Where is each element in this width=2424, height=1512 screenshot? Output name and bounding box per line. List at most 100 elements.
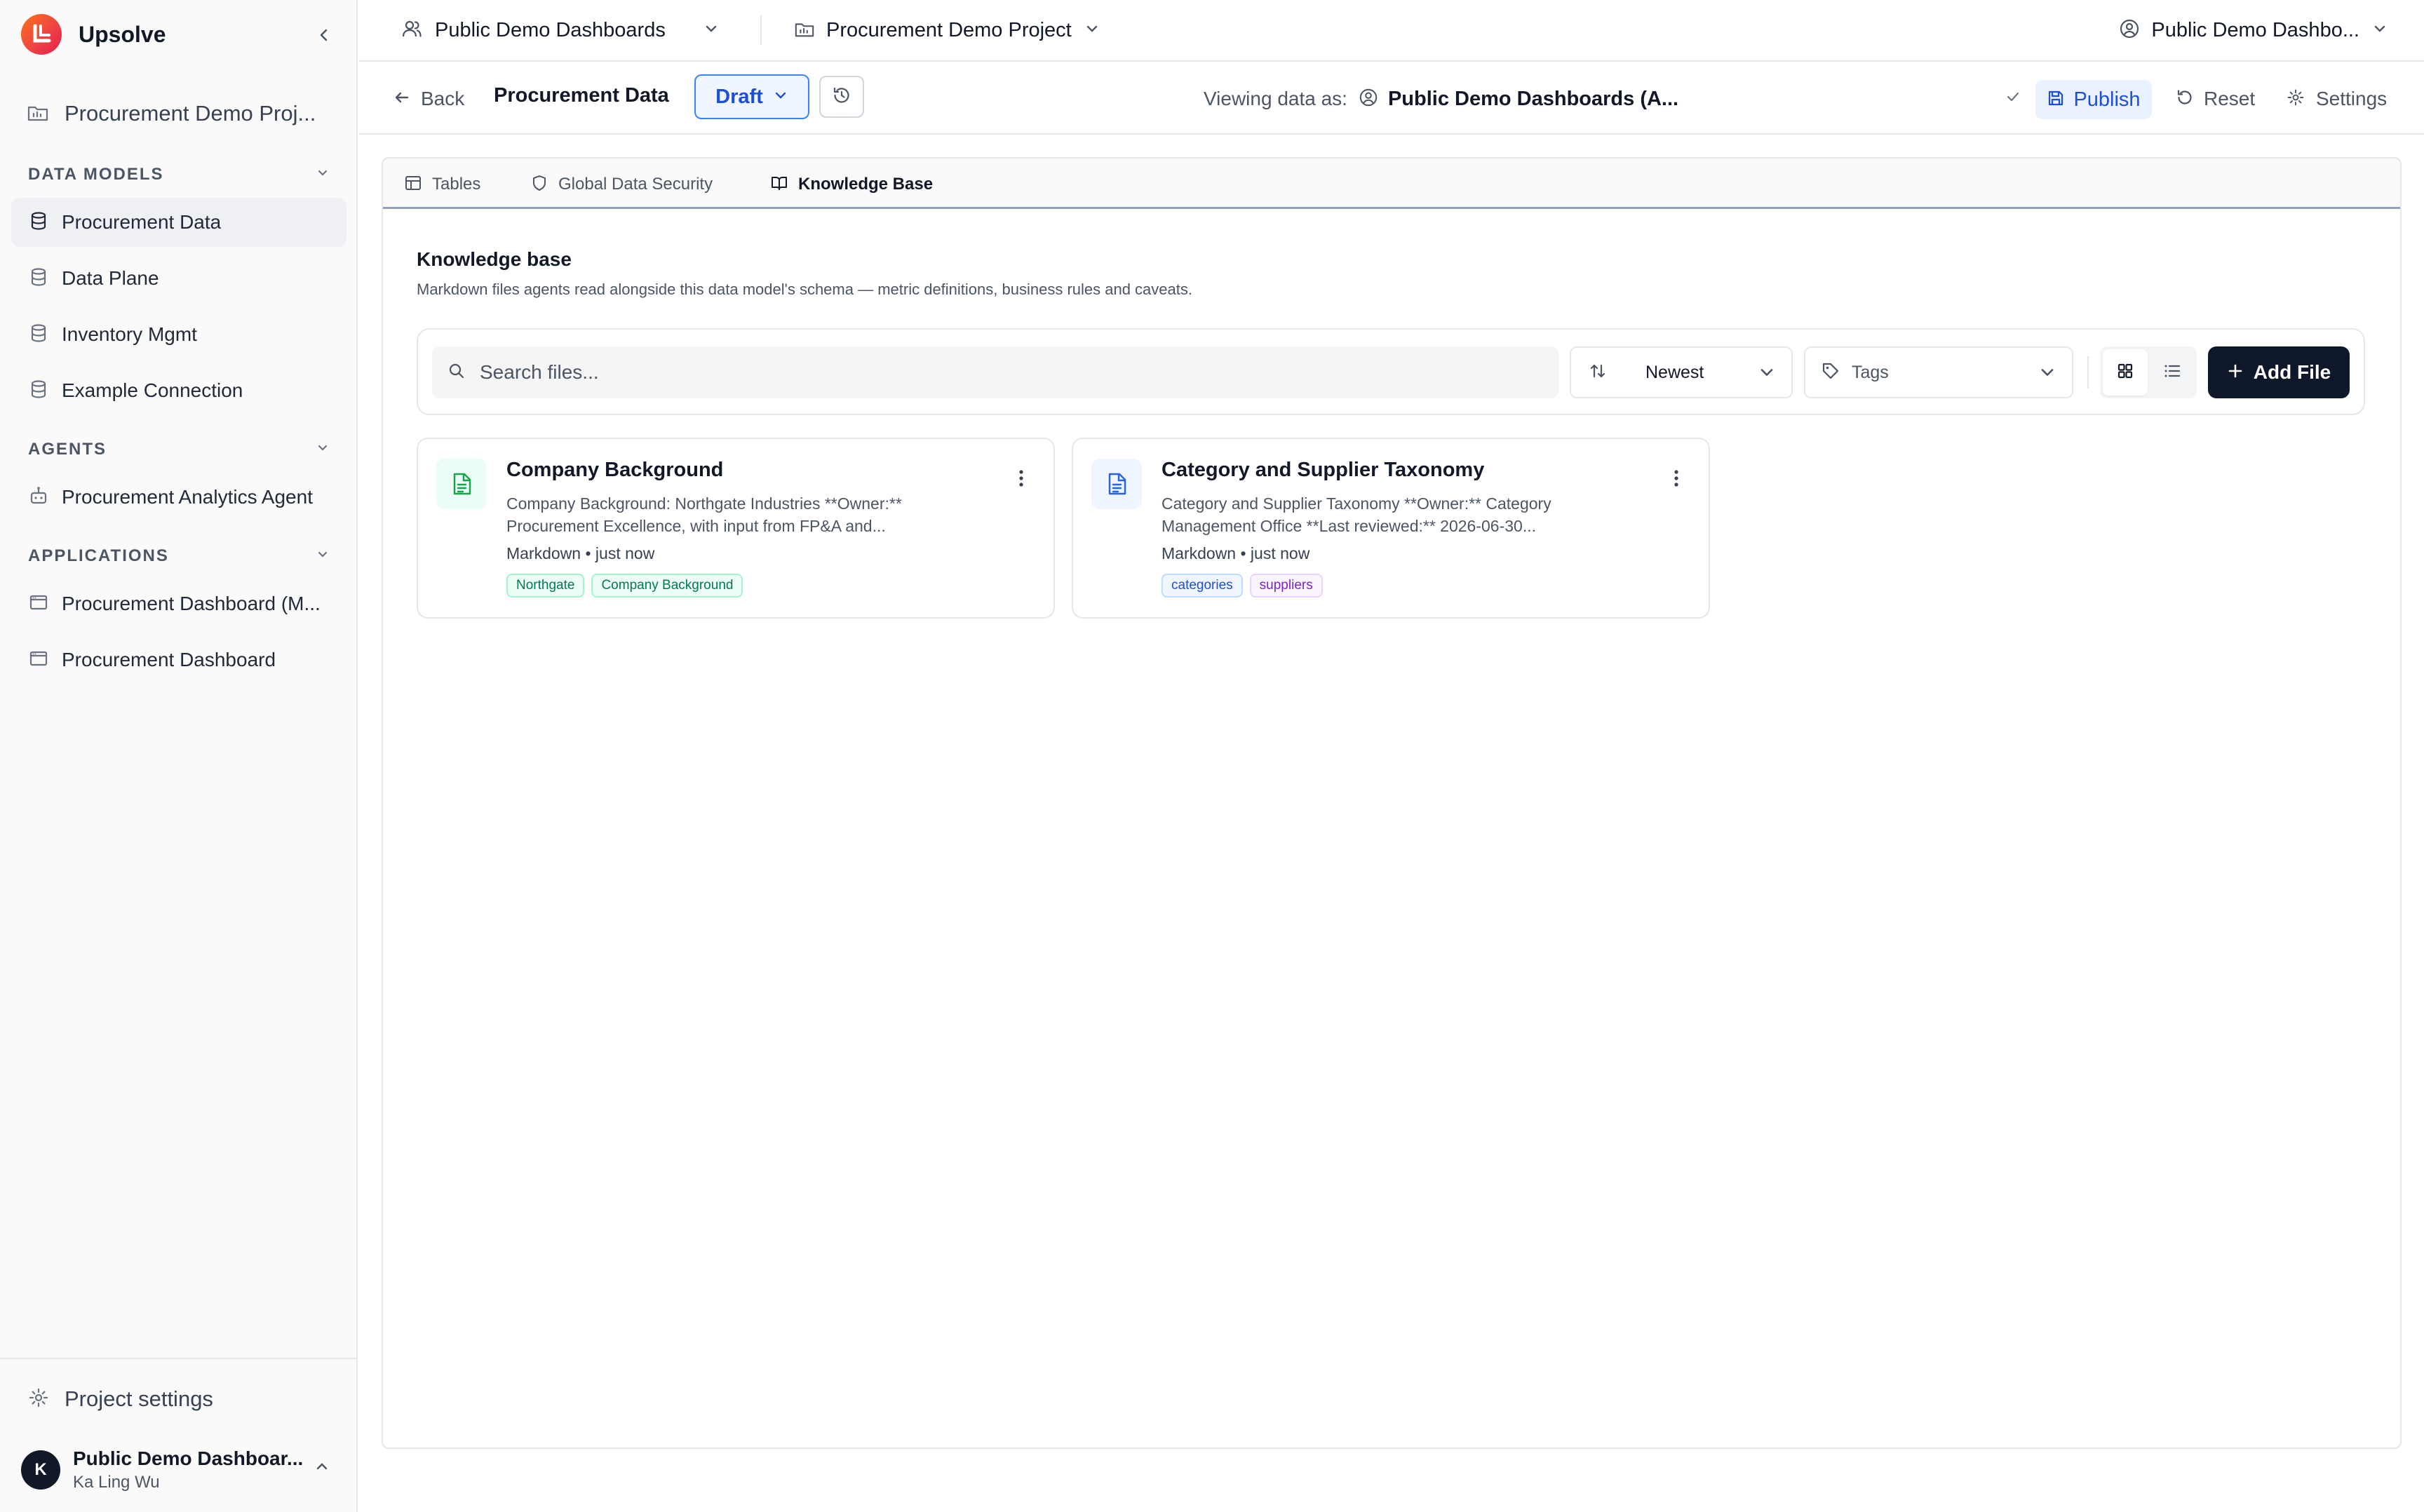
section-applications-label: APPLICATIONS — [28, 546, 169, 565]
back-button[interactable]: Back — [393, 83, 464, 115]
database-icon — [28, 379, 49, 403]
view-mode-toggle — [2100, 346, 2197, 398]
draft-version-select[interactable]: Draft — [694, 74, 809, 119]
search-box[interactable] — [432, 346, 1558, 398]
reset-label: Reset — [2204, 88, 2256, 109]
database-icon — [28, 323, 49, 347]
list-view-button[interactable] — [2150, 349, 2194, 396]
user-name: Public Demo Dashboar... — [73, 1447, 304, 1469]
user-menu[interactable]: K Public Demo Dashboar... Ka Ling Wu — [21, 1442, 337, 1498]
tab-label: Global Data Security — [558, 175, 713, 194]
filter-divider — [2087, 356, 2089, 389]
grid-view-button[interactable] — [2103, 349, 2148, 396]
more-vertical-icon[interactable] — [1009, 464, 1034, 492]
add-file-button[interactable]: Add File — [2208, 346, 2350, 398]
topbar: Public Demo Dashboards Procurement Demo … — [359, 0, 2424, 62]
sidebar-item-procurement-dashboard-m[interactable]: Procurement Dashboard (M... — [11, 579, 346, 628]
file-meta: Markdown • just now — [1162, 544, 1310, 562]
project-settings-link[interactable]: Project settings — [28, 1383, 213, 1415]
file-tag[interactable]: suppliers — [1249, 574, 1323, 598]
account-name: Public Demo Dashbo... — [2151, 18, 2359, 41]
sidebar-project-label: Procurement Demo Proj... — [65, 101, 316, 126]
sidebar-item-procurement-dashboard[interactable]: Procurement Dashboard — [11, 635, 346, 684]
publish-button[interactable]: Publish — [2035, 80, 2152, 119]
section-applications[interactable]: APPLICATIONS — [28, 544, 330, 568]
project-switcher[interactable]: Procurement Demo Project — [794, 14, 1100, 46]
tab-tables[interactable]: Tables — [404, 168, 480, 201]
sidebar-item-procurement-data[interactable]: Procurement Data — [11, 198, 346, 247]
file-tags: categories suppliers — [1162, 574, 1323, 598]
project-folder-icon — [27, 101, 49, 127]
sidebar-footer: Project settings K Public Demo Dashboar.… — [0, 1358, 358, 1512]
project-name: Procurement Demo Project — [826, 18, 1072, 41]
section-data-models[interactable]: DATA MODELS — [28, 163, 330, 187]
tab-label: Tables — [432, 175, 481, 194]
bot-icon — [28, 485, 49, 510]
back-label: Back — [421, 88, 465, 109]
sidebar-project[interactable]: Procurement Demo Proj... — [27, 98, 335, 129]
sidebar-item-procurement-analytics-agent[interactable]: Procurement Analytics Agent — [11, 473, 346, 522]
shield-icon — [530, 174, 548, 196]
file-tag[interactable]: Northgate — [506, 574, 585, 598]
collapse-sidebar-icon[interactable] — [311, 22, 337, 48]
topbar-divider — [760, 15, 762, 45]
sidebar-item-label: Procurement Data — [62, 211, 222, 233]
app-root: Upsolve Procurement Demo Proj... DATA MO… — [0, 0, 2424, 1512]
table-icon — [404, 174, 422, 196]
tag-icon — [1821, 361, 1840, 384]
chevron-down-icon — [1084, 21, 1100, 40]
list-icon — [2162, 361, 2182, 384]
tab-global-data-security[interactable]: Global Data Security — [530, 168, 713, 201]
tab-knowledge-base[interactable]: Knowledge Base — [770, 168, 933, 201]
more-vertical-icon[interactable] — [1664, 464, 1689, 492]
sidebar-item-data-plane[interactable]: Data Plane — [11, 254, 346, 303]
brand: Upsolve — [21, 14, 337, 55]
sidebar-item-label: Procurement Dashboard — [62, 649, 276, 670]
org-switcher[interactable]: Public Demo Dashboards — [401, 14, 719, 46]
reset-button[interactable]: Reset — [2176, 83, 2255, 115]
chevron-down-icon — [703, 21, 719, 40]
search-input[interactable] — [480, 361, 1497, 384]
sidebar-item-label: Procurement Analytics Agent — [62, 486, 313, 508]
avatar: K — [21, 1450, 60, 1490]
section-data-models-label: DATA MODELS — [28, 165, 164, 184]
sort-select[interactable]: Newest — [1570, 346, 1793, 398]
viewing-as[interactable]: Viewing data as: Public Demo Dashboards … — [1204, 83, 1678, 115]
file-tag[interactable]: Company Background — [591, 574, 743, 598]
user-text: Public Demo Dashboar... Ka Ling Wu — [73, 1447, 303, 1492]
sidebar-item-inventory-mgmt[interactable]: Inventory Mgmt — [11, 310, 346, 359]
section-agents-label: AGENTS — [28, 440, 107, 459]
tags-filter-select[interactable]: Tags — [1804, 346, 2073, 398]
sidebar-item-example-connection[interactable]: Example Connection — [11, 366, 346, 415]
sidebar-item-label: Inventory Mgmt — [62, 323, 197, 345]
viewing-as-label: Viewing data as: — [1204, 88, 1347, 109]
sidebar-item-label: Procurement Dashboard (M... — [62, 593, 321, 614]
project-folder-icon — [794, 18, 815, 43]
file-card[interactable]: Company Background Company Background: N… — [417, 438, 1055, 619]
model-toolbar: Back Procurement Data Draft Viewing data… — [359, 63, 2424, 135]
history-icon — [832, 86, 851, 109]
project-settings-label: Project settings — [65, 1386, 213, 1411]
grid-icon — [2115, 361, 2135, 384]
model-tabs: Tables Global Data Security Knowledge Ba… — [383, 158, 2400, 209]
sort-value: Newest — [1645, 362, 1704, 382]
chevron-down-icon — [316, 441, 330, 459]
app-window-icon — [28, 648, 49, 673]
chevron-down-icon — [1758, 363, 1776, 385]
gear-icon — [2287, 88, 2305, 110]
account-switcher[interactable]: Public Demo Dashbo... — [2119, 14, 2388, 46]
main-panel: Tables Global Data Security Knowledge Ba… — [382, 157, 2402, 1449]
section-agents[interactable]: AGENTS — [28, 438, 330, 461]
file-title: Company Background — [506, 459, 724, 481]
file-card[interactable]: Category and Supplier Taxonomy Category … — [1072, 438, 1710, 619]
rotate-ccw-icon — [2176, 88, 2194, 110]
version-history-button[interactable] — [819, 76, 864, 118]
tags-placeholder: Tags — [1852, 362, 1889, 382]
file-tag[interactable]: categories — [1162, 574, 1243, 598]
file-snippet: Company Background: Northgate Industries… — [506, 494, 902, 535]
database-icon — [28, 266, 49, 291]
viewing-as-value: Public Demo Dashboards (A... — [1387, 87, 1679, 110]
tab-label: Knowledge Base — [798, 175, 934, 194]
gear-icon — [28, 1387, 49, 1412]
model-settings-button[interactable]: Settings — [2287, 83, 2387, 115]
